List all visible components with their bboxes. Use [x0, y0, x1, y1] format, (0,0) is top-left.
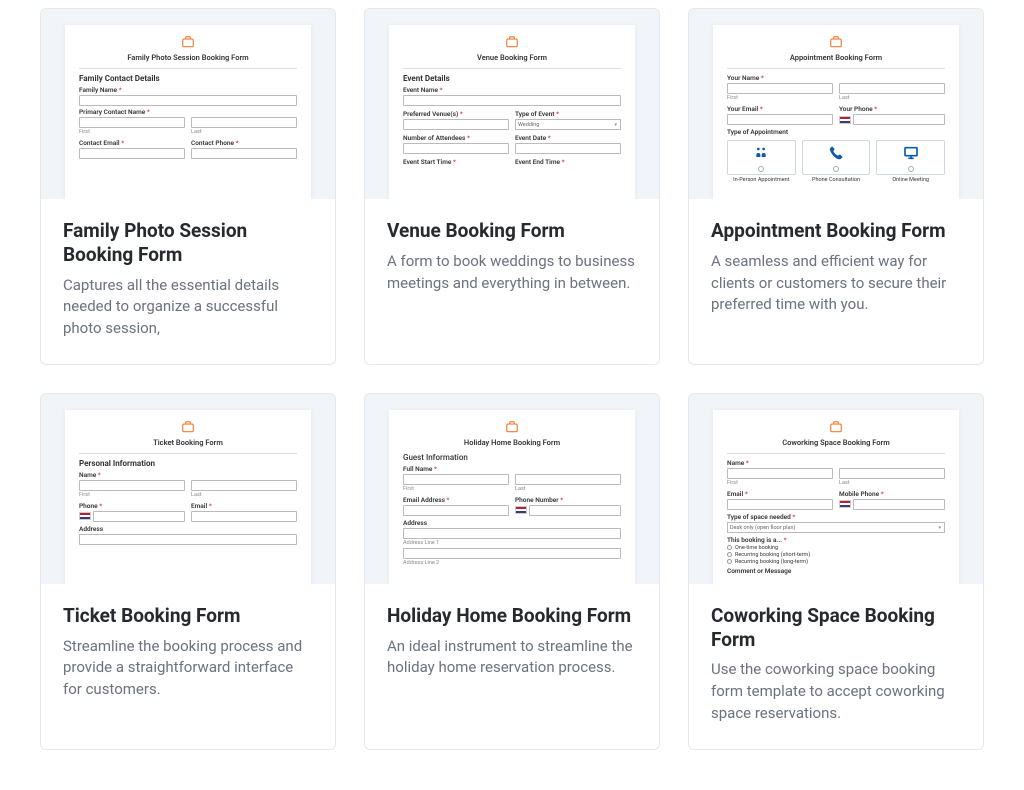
briefcase-icon: [403, 420, 621, 434]
card-title: Coworking Space Booking Form: [711, 604, 961, 652]
template-card-ticket[interactable]: Ticket Booking Form Personal Information…: [40, 393, 336, 750]
template-grid: Family Photo Session Booking Form Family…: [40, 8, 984, 750]
card-body: Ticket Booking Form Streamline the booki…: [41, 584, 335, 749]
briefcase-icon: [727, 420, 945, 434]
card-thumbnail: Holiday Home Booking Form Guest Informat…: [365, 394, 659, 584]
form-preview-title: Venue Booking Form: [403, 53, 621, 62]
briefcase-icon: [79, 35, 297, 49]
card-body: Holiday Home Booking Form An ideal instr…: [365, 584, 659, 749]
card-title: Family Photo Session Booking Form: [63, 219, 313, 267]
form-section-heading: Personal Information: [79, 459, 297, 468]
card-title: Holiday Home Booking Form: [387, 604, 637, 628]
card-thumbnail: Coworking Space Booking Form Name * Firs…: [689, 394, 983, 584]
form-section-heading: Event Details: [403, 74, 621, 83]
form-preview: Ticket Booking Form Personal Information…: [65, 410, 311, 584]
card-title: Venue Booking Form: [387, 219, 637, 243]
field-label: Primary Contact Name *: [79, 108, 297, 116]
card-title: Ticket Booking Form: [63, 604, 313, 628]
field-label: Family Name *: [79, 86, 297, 94]
briefcase-icon: [403, 35, 621, 49]
card-body: Family Photo Session Booking Form Captur…: [41, 199, 335, 364]
appt-type-online: [876, 140, 945, 175]
form-preview: Venue Booking Form Event Details Event N…: [389, 25, 635, 199]
template-card-venue[interactable]: Venue Booking Form Event Details Event N…: [364, 8, 660, 365]
form-preview: Family Photo Session Booking Form Family…: [65, 25, 311, 199]
card-body: Venue Booking Form A form to book weddin…: [365, 199, 659, 364]
card-thumbnail: Appointment Booking Form Your Name * Fir…: [689, 9, 983, 199]
template-card-coworking[interactable]: Coworking Space Booking Form Name * Firs…: [688, 393, 984, 750]
card-description: A form to book weddings to business meet…: [387, 251, 637, 295]
form-preview: Coworking Space Booking Form Name * Firs…: [713, 410, 959, 584]
card-body: Coworking Space Booking Form Use the cow…: [689, 584, 983, 749]
form-preview-title: Coworking Space Booking Form: [727, 438, 945, 447]
form-preview-title: Holiday Home Booking Form: [403, 438, 621, 447]
form-preview-title: Family Photo Session Booking Form: [79, 53, 297, 62]
card-description: Captures all the essential details neede…: [63, 275, 313, 340]
card-thumbnail: Ticket Booking Form Personal Information…: [41, 394, 335, 584]
form-section-heading: Guest Information: [403, 453, 621, 462]
form-preview-title: Appointment Booking Form: [727, 53, 945, 62]
card-thumbnail: Family Photo Session Booking Form Family…: [41, 9, 335, 199]
form-section-heading: Family Contact Details: [79, 74, 297, 83]
template-card-family-photo[interactable]: Family Photo Session Booking Form Family…: [40, 8, 336, 365]
appt-type-in-person: [727, 140, 796, 175]
template-card-appointment[interactable]: Appointment Booking Form Your Name * Fir…: [688, 8, 984, 365]
card-description: Streamline the booking process and provi…: [63, 636, 313, 701]
card-description: An ideal instrument to streamline the ho…: [387, 636, 637, 680]
briefcase-icon: [727, 35, 945, 49]
template-card-holiday-home[interactable]: Holiday Home Booking Form Guest Informat…: [364, 393, 660, 750]
form-preview-title: Ticket Booking Form: [79, 438, 297, 447]
card-description: Use the coworking space booking form tem…: [711, 659, 961, 724]
card-description: A seamless and efficient way for clients…: [711, 251, 961, 316]
card-body: Appointment Booking Form A seamless and …: [689, 199, 983, 364]
card-title: Appointment Booking Form: [711, 219, 961, 243]
form-preview: Appointment Booking Form Your Name * Fir…: [713, 25, 959, 199]
briefcase-icon: [79, 420, 297, 434]
appt-type-phone: [802, 140, 871, 175]
form-preview: Holiday Home Booking Form Guest Informat…: [389, 410, 635, 584]
card-thumbnail: Venue Booking Form Event Details Event N…: [365, 9, 659, 199]
